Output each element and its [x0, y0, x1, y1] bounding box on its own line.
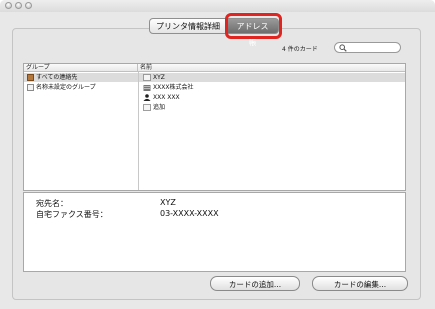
group-item-all-contacts[interactable]: すべての連絡先 — [24, 73, 138, 82]
name-column-header[interactable]: 名前 — [138, 64, 405, 72]
recipient-name-value: XYZ — [160, 198, 176, 207]
add-card-button[interactable]: カードの追加... — [210, 276, 300, 291]
search-icon — [339, 44, 347, 52]
card-icon — [143, 104, 151, 111]
name-item-person[interactable]: XXX XXX — [139, 93, 405, 102]
group-item-untitled[interactable]: 名称未設定のグループ — [24, 83, 138, 92]
group-column-header[interactable]: グループ — [24, 64, 138, 72]
name-item-company[interactable]: XXXX株式会社 — [139, 83, 405, 92]
home-fax-label: 自宅ファクス番号： — [36, 210, 108, 219]
minimize-button[interactable] — [15, 2, 22, 9]
edit-card-button[interactable]: カードの編集... — [312, 276, 408, 291]
recipient-name-label: 宛先名： — [36, 199, 68, 208]
tab-printer-details[interactable]: プリンタ情報詳細 — [149, 18, 227, 34]
building-icon — [143, 85, 151, 91]
zoom-button[interactable] — [25, 2, 32, 9]
contact-detail-pane: 宛先名： XYZ 自宅ファクス番号： 03-XXXX-XXXX — [23, 192, 406, 272]
address-book-icon — [27, 74, 34, 81]
name-item-xyz[interactable]: XYZ — [139, 73, 405, 82]
name-item-label: XYZ — [153, 74, 165, 81]
card-count: 4 件のカード — [282, 46, 318, 53]
name-item-label: XXXX株式会社 — [153, 84, 194, 91]
address-book-window: プリンタ情報詳細 アドレス帳 4 件のカード グループ 名前 すべての連絡先 名… — [0, 0, 435, 309]
close-button[interactable] — [5, 2, 12, 9]
home-fax-value: 03-XXXX-XXXX — [160, 209, 219, 218]
group-item-label: 名称未設定のグループ — [36, 84, 96, 91]
name-item-label: 追加 — [153, 104, 166, 111]
contacts-list: グループ 名前 すべての連絡先 名称未設定のグループ XYZ XXXX株式会社 — [23, 63, 406, 191]
group-item-label: すべての連絡先 — [36, 74, 78, 81]
group-icon — [27, 84, 34, 91]
card-icon — [143, 74, 151, 81]
name-item-added[interactable]: 追加 — [139, 103, 405, 112]
title-bar — [0, 0, 435, 12]
person-icon — [143, 94, 151, 101]
name-item-label: XXX XXX — [153, 94, 180, 101]
highlight-annotation — [225, 13, 282, 39]
search-field[interactable] — [334, 42, 401, 53]
